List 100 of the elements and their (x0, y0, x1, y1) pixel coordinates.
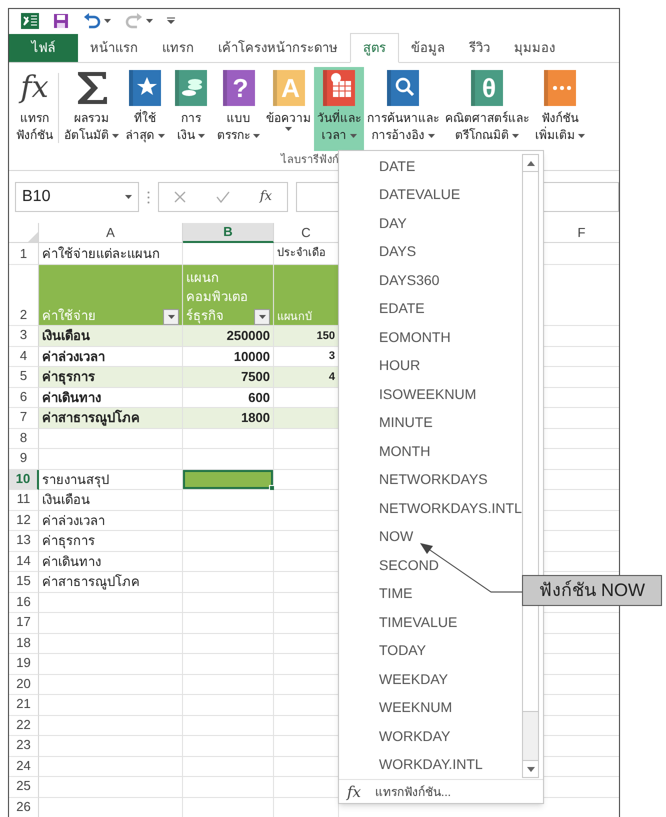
row-header[interactable]: 18 (9, 634, 39, 654)
menu-item[interactable]: DAYS (339, 238, 522, 266)
row-header[interactable]: 24 (9, 756, 39, 777)
ribbon-button[interactable]: ? แบบ ตรรกะ (214, 67, 263, 151)
row-header[interactable]: 7 (9, 408, 39, 428)
menu-item[interactable]: NOW (339, 522, 522, 551)
spreadsheet-logo-icon[interactable] (21, 12, 39, 30)
table-cell: รายงานสรุป (39, 470, 183, 490)
ribbon-button[interactable]: ฟังก์ชัน เพิ่มเติม (532, 67, 588, 151)
filter-dropdown-button[interactable] (254, 309, 270, 325)
menu-item[interactable]: DATEVALUE (339, 180, 522, 209)
menu-item[interactable]: ISOWEEKNUM (339, 380, 522, 408)
menu-item[interactable]: NETWORKDAYS.INTL (339, 494, 522, 522)
name-box[interactable]: B10 (15, 182, 139, 212)
column-header[interactable]: B (183, 223, 274, 243)
scroll-up-icon (526, 160, 534, 166)
ribbon-button[interactable]: A ข้อความ (263, 67, 314, 151)
button-label: ล่าสุด (126, 127, 154, 144)
row-header[interactable]: 19 (9, 654, 39, 674)
table-cell: เงินเดือน (39, 490, 183, 510)
ribbon-tab[interactable]: รีวิว (457, 33, 502, 63)
insert-function-item[interactable]: fx แทรกฟังก์ชัน... (339, 779, 543, 803)
row-header[interactable]: 14 (9, 552, 39, 572)
file-tab[interactable]: ไฟล์ (9, 34, 78, 62)
row-header[interactable]: 20 (9, 674, 39, 695)
row-header[interactable]: 23 (9, 736, 39, 756)
menu-item[interactable]: NETWORKDAYS (339, 466, 522, 494)
ribbon-tab[interactable]: มุมมอง (502, 33, 567, 63)
menu-item[interactable]: WORKDAY (339, 722, 522, 750)
menu-item[interactable]: TIMEVALUE (339, 608, 522, 636)
button-label: ตรรกะ (217, 127, 250, 144)
filter-dropdown-button[interactable] (163, 309, 179, 325)
button-label: เพิ่มเติม (535, 127, 575, 144)
row-header[interactable]: 13 (9, 531, 39, 552)
callout-label: ฟังก์ชัน NOW (522, 575, 662, 606)
menu-item[interactable]: DATE (339, 152, 522, 180)
menu-item[interactable]: WEEKNUM (339, 694, 522, 722)
row-header[interactable]: 17 (9, 613, 39, 634)
ribbon-button[interactable]: θ คณิตศาสตร์และ ตรีโกณมิติ (442, 67, 532, 151)
scrollbar[interactable] (522, 154, 539, 778)
redo-icon (125, 13, 143, 29)
menu-item[interactable]: SECOND (339, 551, 522, 580)
customize-toolbar-icon[interactable] (167, 17, 175, 25)
menu-item[interactable]: WORKDAY.INTL (339, 750, 522, 779)
menu-item[interactable]: MINUTE (339, 408, 522, 437)
row-header[interactable]: 15 (9, 572, 39, 592)
row-header[interactable]: 2 (9, 265, 39, 326)
row-header[interactable]: 1 (9, 243, 39, 265)
function-icon: fx (20, 68, 49, 108)
check-icon[interactable] (216, 191, 230, 203)
menu-item[interactable]: DAY (339, 209, 522, 238)
ribbon-button[interactable]: การ เงิน (168, 67, 214, 151)
ribbon-button[interactable]: fx แทรก ฟังก์ชัน (13, 67, 56, 151)
undo-button[interactable] (83, 13, 111, 29)
grip-icon (147, 190, 150, 204)
menu-item[interactable]: WEEKDAY (339, 665, 522, 694)
menu-item[interactable]: DAYS360 (339, 266, 522, 294)
ribbon-tab[interactable]: ข้อมูล (399, 33, 457, 63)
button-label: ฟังก์ชัน (542, 110, 578, 126)
row-header[interactable]: 8 (9, 428, 39, 449)
row-header[interactable]: 26 (9, 798, 39, 817)
row-header[interactable]: 22 (9, 716, 39, 736)
table-cell: ค่าเดินทาง (39, 388, 183, 408)
column-heading-text: ค่าใช้จ่าย (42, 307, 96, 325)
row-header[interactable]: 6 (9, 388, 39, 408)
button-label: ตรีโกณมิติ (455, 127, 509, 144)
button-label: ข้อความ (266, 110, 311, 127)
button-label: คณิตศาสตร์และ (445, 110, 529, 127)
ribbon-button[interactable]: ผลรวม อัตโนมัติ (61, 67, 122, 151)
menu-item-label: แทรกฟังก์ชัน... (375, 784, 452, 800)
caret-icon (146, 19, 153, 23)
row-header[interactable]: 4 (9, 346, 39, 367)
table-cell: ค่าล่วงเวลา (39, 510, 183, 531)
row-header[interactable]: 12 (9, 510, 39, 531)
row-header[interactable]: 21 (9, 695, 39, 716)
menu-item[interactable]: EDATE (339, 294, 522, 323)
ribbon-tab[interactable]: หน้าแรก (78, 33, 150, 63)
row-header[interactable]: 16 (9, 592, 39, 613)
row-header[interactable]: 9 (9, 449, 39, 470)
menu-item[interactable]: EOMONTH (339, 323, 522, 352)
row-header[interactable]: 3 (9, 326, 39, 346)
row-header[interactable]: 25 (9, 777, 39, 798)
column-heading-text: แผนก คอมพิวเตอ ร์ธุรกิจ (186, 269, 248, 325)
menu-item[interactable]: HOUR (339, 352, 522, 380)
menu-item[interactable]: TIME (339, 580, 522, 608)
menu-item[interactable]: MONTH (339, 437, 522, 466)
ribbon-button[interactable]: การค้นหาและ การอ้างอิง (364, 67, 442, 151)
save-icon[interactable] (53, 13, 69, 29)
row-header[interactable]: 10 (9, 470, 39, 490)
ribbon-tab[interactable]: สูตร (350, 33, 399, 63)
ribbon-button[interactable]: ที่ใช้ ล่าสุด (122, 67, 168, 151)
row-header[interactable]: 11 (9, 490, 39, 510)
redo-button[interactable] (125, 13, 153, 29)
ribbon-tab[interactable]: เค้าโครงหน้ากระดาษ (206, 33, 350, 63)
insert-function-button[interactable]: fx (260, 187, 272, 207)
ribbon-tab[interactable]: แทรก (150, 33, 206, 63)
ribbon-button[interactable]: วันที่และ เวลา (314, 67, 364, 151)
table-cell: ค่าใช้จ่ายแต่ละแผนก (39, 243, 183, 265)
row-header[interactable]: 5 (9, 367, 39, 388)
menu-item[interactable]: TODAY (339, 636, 522, 665)
